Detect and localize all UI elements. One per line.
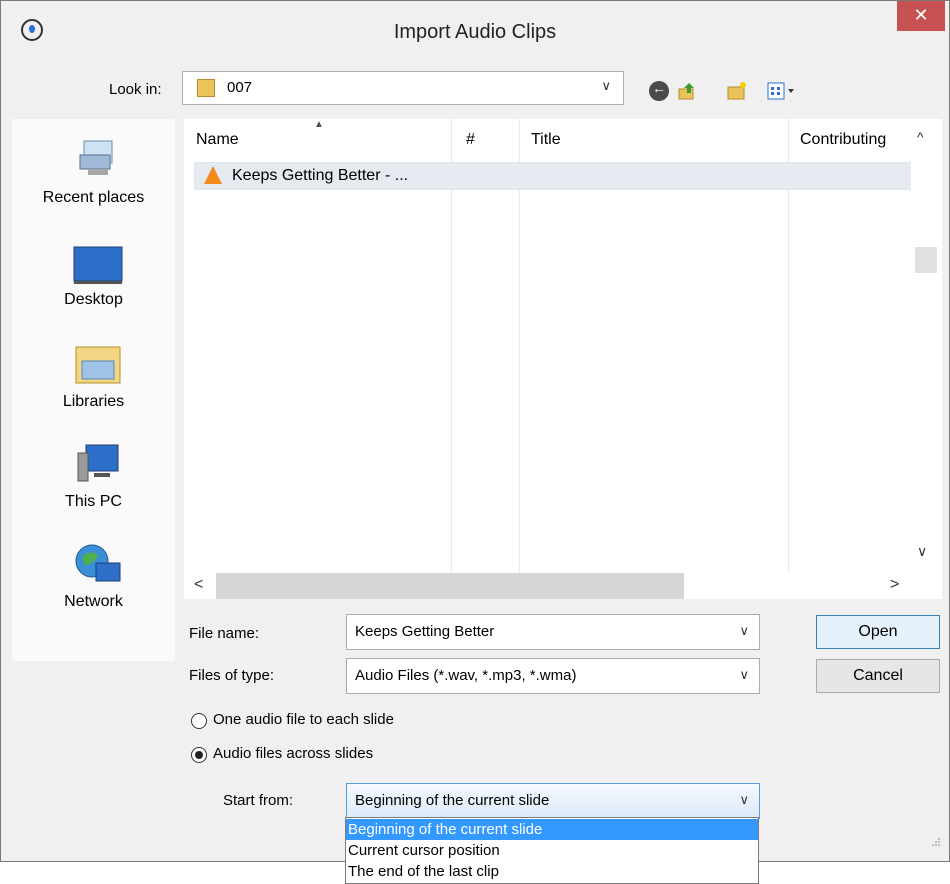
scroll-up-icon[interactable]: ^: [917, 129, 924, 145]
start-from-select[interactable]: Beginning of the current slide ∨: [346, 783, 760, 819]
place-label: Network: [64, 593, 123, 610]
place-label: Libraries: [62, 393, 125, 410]
open-button[interactable]: Open: [816, 615, 940, 649]
scroll-right-icon[interactable]: >: [890, 576, 899, 594]
place-recent-places[interactable]: Recent places: [12, 119, 175, 219]
chevron-down-icon[interactable]: ∨: [739, 667, 749, 683]
place-libraries[interactable]: Libraries: [12, 337, 175, 417]
places-bar: Recent places Desktop Libraries This PC: [12, 119, 175, 661]
close-button[interactable]: ✕: [897, 1, 945, 31]
column-header-name[interactable]: Name: [196, 131, 239, 149]
chevron-down-icon[interactable]: ∨: [739, 623, 749, 639]
file-name-field[interactable]: Keeps Getting Better ∨: [346, 614, 760, 650]
look-in-value: 007: [227, 79, 253, 96]
radio-files-across-slides[interactable]: [191, 747, 207, 763]
view-menu-icon[interactable]: [767, 81, 797, 101]
file-name-label: File name:: [189, 625, 260, 642]
place-label: Desktop: [64, 291, 123, 308]
place-desktop[interactable]: Desktop: [12, 239, 175, 319]
vertical-scroll-thumb[interactable]: [915, 247, 937, 273]
files-of-type-value: Audio Files (*.wav, *.mp3, *.wma): [355, 667, 577, 684]
title-bar: Import Audio Clips ✕: [1, 1, 949, 65]
dropdown-option[interactable]: Beginning of the current slide: [346, 819, 758, 840]
place-network[interactable]: Network: [12, 533, 175, 619]
column-header-title[interactable]: Title: [531, 131, 561, 149]
radio-label[interactable]: One audio file to each slide: [213, 711, 394, 728]
horizontal-scrollbar[interactable]: < >: [184, 573, 911, 599]
new-folder-icon[interactable]: [727, 81, 747, 101]
folder-icon: [197, 79, 215, 97]
dropdown-option[interactable]: Current cursor position: [346, 840, 758, 861]
up-folder-icon[interactable]: [677, 81, 697, 101]
chevron-down-icon[interactable]: ∨: [601, 78, 611, 94]
sort-ascending-icon: ▲: [314, 119, 324, 130]
window-title: Import Audio Clips: [393, 21, 557, 43]
desktop-icon: [73, 246, 123, 284]
scroll-down-icon[interactable]: ∨: [917, 543, 927, 560]
place-this-pc[interactable]: This PC: [12, 437, 175, 517]
horizontal-scroll-thumb[interactable]: [216, 573, 684, 599]
start-from-value: Beginning of the current slide: [355, 792, 550, 809]
look-in-label: Look in:: [109, 81, 162, 98]
network-icon: [75, 544, 121, 582]
dropdown-option[interactable]: The end of the last clip: [346, 861, 758, 882]
file-name-value[interactable]: Keeps Getting Better: [355, 623, 494, 640]
cancel-button[interactable]: Cancel: [816, 659, 940, 693]
radio-one-file-per-slide[interactable]: [191, 713, 207, 729]
files-of-type-label: Files of type:: [189, 667, 275, 684]
radio-label[interactable]: Audio files across slides: [213, 745, 373, 762]
recent-places-icon: [79, 140, 113, 175]
import-audio-clips-dialog: Import Audio Clips ✕ Look in: 007 ∨ Rece…: [0, 0, 950, 862]
files-of-type-select[interactable]: Audio Files (*.wav, *.mp3, *.wma) ∨: [346, 658, 760, 694]
column-header-contributing[interactable]: Contributing: [800, 131, 886, 149]
start-from-dropdown-list[interactable]: Beginning of the current slide Current c…: [345, 817, 759, 884]
scroll-left-icon[interactable]: <: [194, 576, 203, 594]
vlc-cone-icon: [204, 166, 222, 184]
chevron-down-icon[interactable]: ∨: [739, 792, 749, 808]
file-list[interactable]: Name ▲ # Title Contributing Keeps Gettin…: [184, 119, 942, 599]
column-header-number[interactable]: #: [466, 131, 475, 149]
libraries-icon: [75, 346, 121, 384]
place-label: Recent places: [42, 189, 145, 206]
vertical-scrollbar[interactable]: ^ ∨: [911, 119, 941, 573]
place-label: This PC: [65, 493, 122, 510]
start-from-label: Start from:: [223, 792, 294, 809]
look-in-combo[interactable]: 007 ∨: [182, 71, 624, 105]
resize-grip-icon[interactable]: [931, 837, 941, 847]
this-pc-icon: [77, 444, 119, 482]
file-name-cell[interactable]: Keeps Getting Better - ...: [232, 167, 408, 185]
back-icon[interactable]: [649, 80, 669, 101]
